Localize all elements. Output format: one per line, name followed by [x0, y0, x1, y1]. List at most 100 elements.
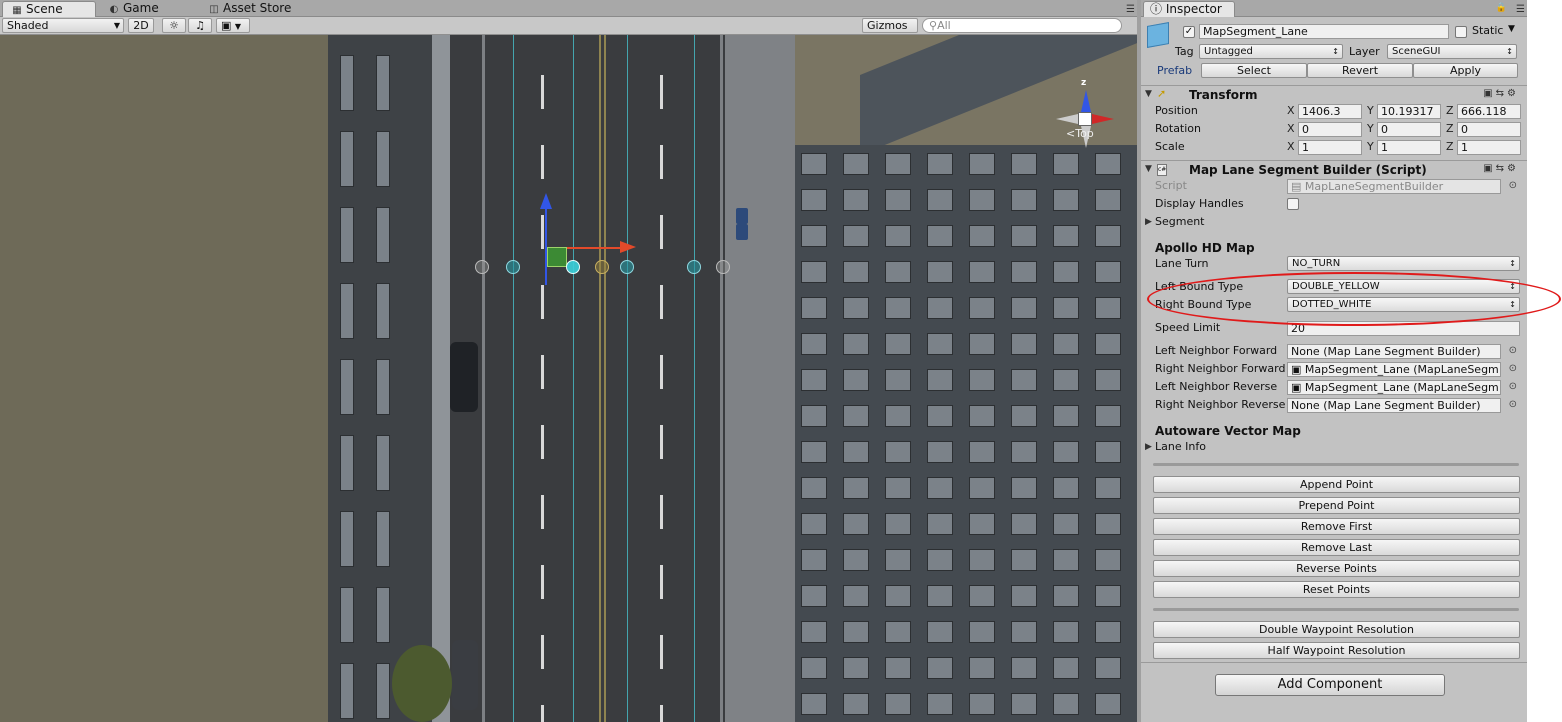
add-component-button[interactable]: Add Component — [1215, 674, 1445, 696]
gizmo-plane-handle[interactable] — [547, 247, 567, 267]
display-handles-checkbox[interactable] — [1287, 198, 1299, 210]
building-window — [927, 333, 953, 355]
double-waypoint-resolution-button[interactable]: Double Waypoint Resolution — [1153, 621, 1520, 638]
audio-toggle[interactable]: ♫ — [188, 18, 212, 33]
prefab-select-button[interactable]: Select — [1201, 63, 1307, 78]
active-checkbox[interactable]: ✓ — [1183, 26, 1195, 38]
building-window — [1011, 477, 1037, 499]
building-window — [801, 513, 827, 535]
append-point-button[interactable]: Append Point — [1153, 476, 1520, 493]
right-neighbor-forward-field[interactable]: ▣ MapSegment_Lane (MapLaneSegm — [1287, 362, 1501, 377]
waypoint-handle[interactable] — [506, 260, 520, 274]
prefab-revert-button[interactable]: Revert — [1307, 63, 1413, 78]
building-window — [1011, 405, 1037, 427]
lane-turn-dropdown[interactable]: NO_TURN ↕ — [1287, 256, 1520, 271]
rotation-x-field[interactable]: 0 — [1298, 122, 1362, 137]
scale-x-field[interactable]: 1 — [1298, 140, 1362, 155]
waypoint-handle[interactable] — [620, 260, 634, 274]
building-window — [843, 477, 869, 499]
script-file-icon: c# — [1157, 164, 1167, 176]
2d-mode-button[interactable]: 2D — [128, 18, 154, 33]
lane-info-row[interactable]: ▶ Lane Info — [1141, 438, 1527, 456]
left-neighbor-forward-field[interactable]: None (Map Lane Segment Builder) — [1287, 344, 1501, 359]
shading-mode-dropdown[interactable]: Shaded ▼ — [2, 18, 124, 33]
segment-row[interactable]: ▶ Segment — [1141, 213, 1527, 231]
remove-last-button[interactable]: Remove Last — [1153, 539, 1520, 556]
display-handles-row: Display Handles — [1141, 195, 1527, 213]
building-window — [1053, 333, 1079, 355]
asset-store-icon: ◫ — [209, 4, 219, 15]
building-window — [969, 297, 995, 319]
building-window — [843, 513, 869, 535]
tab-asset-store[interactable]: ◫ Asset Store — [200, 1, 330, 17]
panel-menu-icon[interactable]: ☰ — [1126, 4, 1135, 15]
gizmo-x-arrow-icon[interactable] — [620, 241, 636, 253]
rotation-y-field[interactable]: 0 — [1377, 122, 1441, 137]
orientation-center-cube[interactable] — [1078, 112, 1092, 126]
layer-dropdown[interactable]: SceneGUI ↕ — [1387, 44, 1517, 59]
position-x-field[interactable]: 1406.3 — [1298, 104, 1362, 119]
scale-z-field[interactable]: 1 — [1457, 140, 1521, 155]
building-window — [885, 261, 911, 283]
lighting-toggle[interactable]: ☼ — [162, 18, 186, 33]
foldout-open-icon[interactable]: ▼ — [1145, 164, 1152, 174]
component-header-icons[interactable]: ▣⇆⚙ — [1483, 88, 1519, 99]
left-neighbor-reverse-field[interactable]: ▣ MapSegment_Lane (MapLaneSegm — [1287, 380, 1501, 395]
building-window — [1095, 369, 1121, 391]
lock-icon[interactable]: 🔒 — [1496, 3, 1507, 13]
gizmo-y-arrow-icon[interactable] — [540, 193, 552, 209]
component-header-icons[interactable]: ▣⇆⚙ — [1483, 163, 1519, 174]
tab-game[interactable]: ◐ Game — [100, 1, 198, 17]
prepend-point-button[interactable]: Prepend Point — [1153, 497, 1520, 514]
scene-viewport[interactable]: z <Top — [0, 35, 1137, 722]
view-label[interactable]: <Top — [1066, 127, 1094, 140]
waypoint-handle[interactable] — [716, 260, 730, 274]
building-window — [927, 441, 953, 463]
x-axis-cone-icon[interactable] — [1092, 114, 1114, 124]
waypoint-handle[interactable] — [595, 260, 609, 274]
gizmo-axis-y[interactable] — [545, 207, 547, 285]
chevron-down-icon[interactable]: ▼ — [1508, 24, 1515, 34]
object-picker-icon[interactable]: ⊙ — [1509, 378, 1517, 396]
foldout-closed-icon[interactable]: ▶ — [1145, 213, 1152, 231]
reset-points-button[interactable]: Reset Points — [1153, 581, 1520, 598]
half-waypoint-resolution-button[interactable]: Half Waypoint Resolution — [1153, 642, 1520, 659]
building-window — [801, 693, 827, 715]
waypoint-handle[interactable] — [687, 260, 701, 274]
lane-dash — [660, 635, 663, 669]
waypoint-handle-selected[interactable] — [566, 260, 580, 274]
prefab-apply-button[interactable]: Apply — [1413, 63, 1518, 78]
effects-dropdown[interactable]: ▣ ▼ — [216, 18, 250, 33]
rotation-z-field[interactable]: 0 — [1457, 122, 1521, 137]
building-window — [969, 693, 995, 715]
panel-menu-icon[interactable]: ☰ — [1516, 4, 1525, 15]
object-name-field[interactable]: MapSegment_Lane — [1199, 24, 1449, 39]
scene-search-input[interactable]: ⚲All — [922, 18, 1122, 33]
building-window — [1095, 333, 1121, 355]
lane-dash — [541, 705, 544, 722]
building-window — [885, 621, 911, 643]
tab-inspector[interactable]: ⓘ Inspector — [1143, 1, 1235, 17]
position-z-field[interactable]: 666.118 — [1457, 104, 1521, 119]
object-picker-icon[interactable]: ⊙ — [1509, 396, 1517, 414]
static-checkbox[interactable] — [1455, 26, 1467, 38]
right-neighbor-reverse-field[interactable]: None (Map Lane Segment Builder) — [1287, 398, 1501, 413]
tab-scene[interactable]: ▦ Scene — [2, 1, 96, 17]
scene-panel: ▦ Scene ◐ Game ◫ Asset Store ☰ Shaded ▼ 2D … — [0, 0, 1137, 722]
waypoint-handle[interactable] — [475, 260, 489, 274]
orientation-gizmo[interactable]: z — [1050, 78, 1120, 160]
tag-dropdown[interactable]: Untagged ↕ — [1199, 44, 1343, 59]
reverse-points-button[interactable]: Reverse Points — [1153, 560, 1520, 577]
position-y-field[interactable]: 10.19317 — [1377, 104, 1441, 119]
object-picker-icon[interactable]: ⊙ — [1509, 360, 1517, 378]
gizmos-dropdown[interactable]: Gizmos ▼ — [862, 18, 918, 44]
z-axis-cone-icon[interactable] — [1081, 90, 1091, 112]
foldout-open-icon[interactable]: ▼ — [1145, 89, 1152, 99]
object-picker-icon[interactable]: ⊙ — [1509, 342, 1517, 360]
lane-dash — [541, 215, 544, 249]
foldout-closed-icon[interactable]: ▶ — [1145, 438, 1152, 456]
scale-y-field[interactable]: 1 — [1377, 140, 1441, 155]
neg-x-axis-cone-icon[interactable] — [1056, 114, 1078, 124]
building-window — [340, 207, 354, 263]
remove-first-button[interactable]: Remove First — [1153, 518, 1520, 535]
